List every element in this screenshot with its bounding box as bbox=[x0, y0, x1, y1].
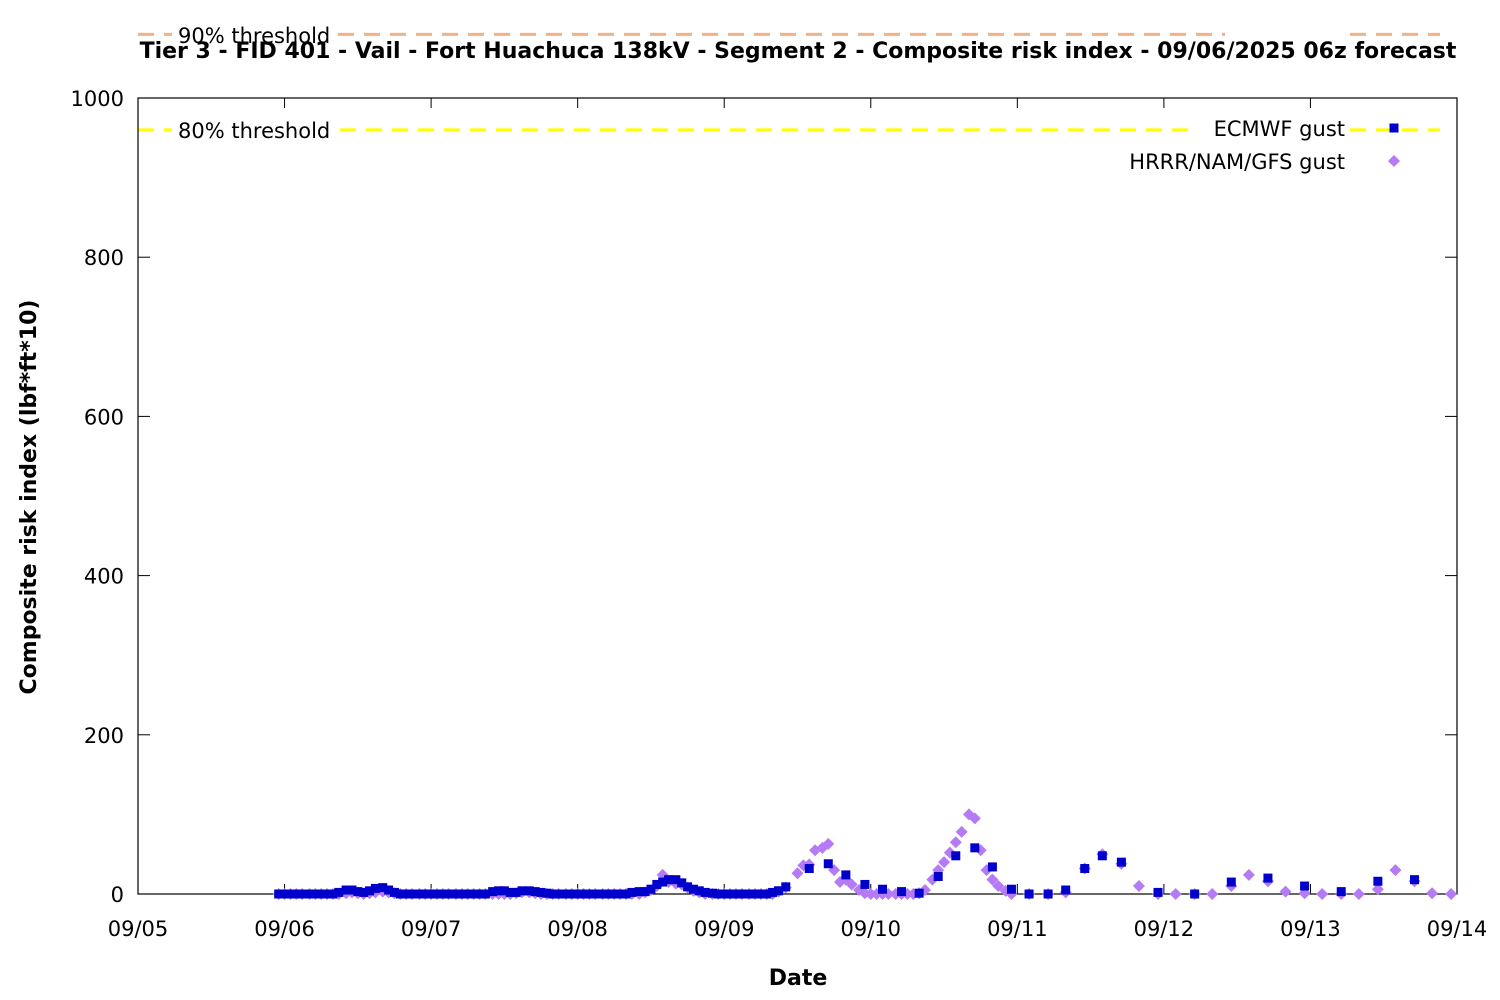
legend: ECMWF gust HRRR/NAM/GFS gust bbox=[1129, 117, 1400, 174]
y-axis-label: Composite risk index (lbf*ft*10) bbox=[17, 300, 42, 695]
data-point bbox=[1389, 864, 1402, 877]
data-point bbox=[987, 862, 997, 872]
x-tick-label: 09/09 bbox=[694, 917, 755, 941]
threshold-label-80: 80% threshold bbox=[178, 119, 330, 143]
x-tick-label: 09/12 bbox=[1134, 917, 1195, 941]
y-tick-label: 0 bbox=[111, 883, 124, 907]
data-series bbox=[272, 808, 1458, 900]
legend-marker-ecmwf bbox=[1389, 123, 1399, 133]
data-point bbox=[1206, 888, 1219, 900]
y-tick-label: 400 bbox=[84, 565, 124, 589]
data-point bbox=[951, 851, 961, 861]
x-tick-label: 09/10 bbox=[841, 917, 902, 941]
threshold-label-90: 90% threshold bbox=[178, 24, 330, 48]
y-tick-label: 200 bbox=[84, 724, 124, 748]
data-point bbox=[1226, 877, 1236, 887]
x-tick-label: 09/11 bbox=[987, 917, 1048, 941]
x-tick-label: 09/07 bbox=[401, 917, 462, 941]
data-point bbox=[1373, 876, 1383, 886]
chart: 09/05 09/06 09/07 09/08 09/09 09/10 09/11 09/12… bbox=[17, 24, 1488, 991]
y-tick-label: 800 bbox=[84, 246, 124, 270]
data-point bbox=[823, 859, 833, 869]
x-tick-label: 09/13 bbox=[1280, 917, 1341, 941]
x-tick-label: 09/08 bbox=[547, 917, 608, 941]
data-point bbox=[1336, 887, 1346, 897]
x-tick-label: 09/06 bbox=[254, 917, 315, 941]
data-point bbox=[1061, 885, 1071, 895]
data-point bbox=[1116, 857, 1126, 867]
data-point bbox=[1242, 868, 1255, 881]
data-point bbox=[1445, 888, 1458, 900]
data-point bbox=[1132, 880, 1145, 893]
axis-ticks: 09/05 09/06 09/07 09/08 09/09 09/10 09/11 09/12… bbox=[71, 87, 1488, 941]
data-point bbox=[933, 871, 943, 881]
plot-border bbox=[137, 97, 1458, 895]
data-point bbox=[1153, 887, 1163, 897]
data-point bbox=[1279, 885, 1292, 898]
x-axis-label: Date bbox=[769, 966, 828, 991]
threshold-labels: 90% threshold 80% threshold bbox=[178, 24, 330, 143]
data-point bbox=[1097, 851, 1107, 861]
data-point bbox=[781, 882, 791, 892]
data-point bbox=[804, 864, 814, 874]
data-point bbox=[1043, 889, 1053, 899]
data-point bbox=[1300, 881, 1310, 891]
data-point bbox=[914, 888, 924, 898]
data-point bbox=[897, 887, 907, 897]
data-point bbox=[1190, 889, 1200, 899]
data-point bbox=[970, 843, 980, 853]
data-point bbox=[1024, 889, 1034, 899]
data-point bbox=[878, 884, 888, 894]
data-point bbox=[1409, 875, 1419, 885]
x-tick-label: 09/05 bbox=[108, 917, 169, 941]
y-tick-label: 1000 bbox=[71, 87, 124, 111]
data-point bbox=[1080, 864, 1090, 874]
plot-area bbox=[137, 97, 1458, 895]
data-point bbox=[1263, 873, 1273, 883]
data-point bbox=[1426, 887, 1439, 900]
data-point bbox=[1316, 888, 1329, 900]
data-point bbox=[1169, 888, 1182, 900]
y-tick-label: 600 bbox=[84, 405, 124, 429]
legend-label-ecmwf: ECMWF gust bbox=[1214, 117, 1345, 141]
data-point bbox=[955, 825, 968, 838]
data-point bbox=[1352, 888, 1365, 900]
data-point bbox=[841, 870, 851, 880]
legend-marker-hrrr bbox=[1388, 155, 1400, 167]
data-point bbox=[1006, 884, 1016, 894]
chart-title: Tier 3 - FID 401 - Vail - Fort Huachuca … bbox=[140, 39, 1457, 64]
data-point bbox=[860, 879, 870, 889]
x-tick-label: 09/14 bbox=[1427, 917, 1488, 941]
legend-label-hrrr: HRRR/NAM/GFS gust bbox=[1129, 150, 1345, 174]
data-point bbox=[949, 836, 962, 849]
